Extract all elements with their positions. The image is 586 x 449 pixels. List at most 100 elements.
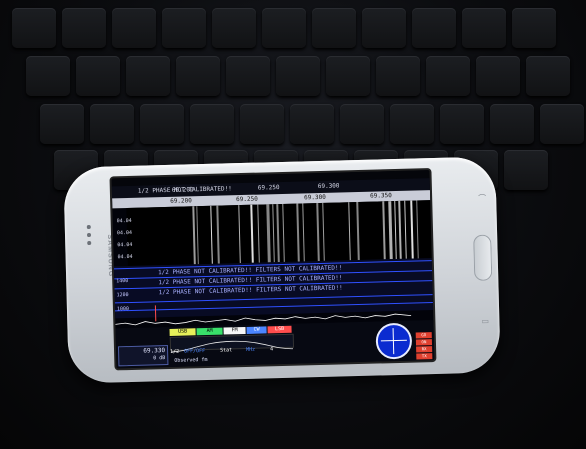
- frequency-display[interactable]: 69.330 0 dB: [117, 345, 169, 367]
- agc-control[interactable]: OFF/OFF: [184, 348, 205, 355]
- waterfall-signal: [272, 204, 275, 263]
- keyboard-key: [190, 104, 234, 144]
- top-frequency: 69.300: [317, 182, 340, 191]
- side-button-column: GO ON RX TX: [415, 332, 433, 360]
- keyboard-key: [426, 56, 470, 96]
- keyboard-key: [362, 8, 406, 48]
- waterfall-signal: [250, 204, 254, 263]
- keyboard-key: [504, 150, 548, 190]
- waterfall-signal: [238, 205, 241, 264]
- mode-button[interactable]: FM: [223, 326, 246, 335]
- step-control[interactable]: 4: [270, 346, 273, 352]
- waterfall-signal: [282, 203, 285, 262]
- speaker-dot: [86, 224, 91, 230]
- crosshair-vertical: [392, 328, 395, 355]
- waterfall-signal: [192, 206, 196, 265]
- keyboard-key: [112, 8, 156, 48]
- level-label: 1200: [116, 292, 129, 299]
- frequency-value: 69.330: [143, 347, 166, 355]
- keyboard-key: [12, 8, 56, 48]
- keyboard-key: [390, 104, 434, 144]
- home-button[interactable]: [473, 234, 493, 281]
- keyboard-key: [512, 8, 556, 48]
- keyboard-key: [540, 104, 584, 144]
- time-label: 04.04: [116, 217, 132, 225]
- keyboard-key: [40, 104, 84, 144]
- keyboard-key: [126, 56, 170, 96]
- keyboard-key: [290, 104, 334, 144]
- scale-tick: 69.250: [236, 195, 258, 204]
- keyboard-key: [162, 8, 206, 48]
- waterfall-signal: [388, 201, 393, 260]
- stat-control[interactable]: Stat: [220, 347, 232, 353]
- mode-button[interactable]: AM: [196, 327, 223, 336]
- keyboard-key: [312, 8, 356, 48]
- keyboard-key: [212, 8, 256, 48]
- waterfall-time-labels: 04.04 04.04 04.04 04.04: [112, 207, 154, 266]
- keyboard-key: [62, 8, 106, 48]
- scale-tick: 69.350: [370, 192, 392, 200]
- waterfall-signal: [404, 200, 407, 259]
- side-button[interactable]: TX: [416, 353, 433, 360]
- level-unit: 0 dB: [153, 355, 166, 362]
- speaker-dot: [87, 240, 92, 246]
- keyboard-key: [240, 104, 284, 144]
- ratio-control[interactable]: 1/2: [170, 349, 179, 355]
- waterfall-signal: [398, 200, 402, 259]
- waterfall-signal: [266, 204, 271, 263]
- waterfall-signal: [348, 202, 351, 261]
- waterfall-signal: [302, 203, 305, 262]
- unit-control[interactable]: MHz: [246, 347, 255, 353]
- back-icon[interactable]: ⌒: [478, 193, 486, 203]
- time-label: 04.04: [117, 241, 133, 249]
- waterfall-signal: [257, 204, 260, 263]
- photo: SAMSUNG ⌒ ▭ 1/2 PHASE NOT CALIBRATED!! 6…: [0, 0, 586, 449]
- phone: SAMSUNG ⌒ ▭ 1/2 PHASE NOT CALIBRATED!! 6…: [63, 156, 501, 384]
- sdr-app-screen: 1/2 PHASE NOT CALIBRATED!! 69.200 69.250…: [111, 170, 435, 369]
- mode-button[interactable]: CW: [246, 326, 267, 334]
- keyboard-key: [376, 56, 420, 96]
- waterfall-signal: [216, 205, 220, 264]
- waterfall-display[interactable]: [126, 200, 432, 267]
- keyboard-key: [476, 56, 520, 96]
- menu-icon[interactable]: ▭: [481, 317, 489, 326]
- side-button[interactable]: ON: [415, 339, 433, 346]
- waterfall-signal: [356, 201, 360, 261]
- keyboard-key: [26, 56, 70, 96]
- keyboard-key: [340, 104, 384, 144]
- mode-button[interactable]: USB: [169, 328, 196, 336]
- waterfall-signal: [196, 206, 199, 265]
- waterfall-signal: [416, 200, 419, 259]
- waterfall-signal: [382, 201, 386, 260]
- tuning-knob[interactable]: [375, 322, 413, 360]
- time-label: 04.04: [117, 253, 133, 261]
- keyboard-key: [526, 56, 570, 96]
- speaker-dot: [86, 232, 92, 238]
- level-label: 1400: [116, 278, 129, 285]
- waterfall-signal: [296, 203, 300, 262]
- control-row: 1/2 OFF/OFF Stat MHz 4: [170, 346, 290, 357]
- control-panel: USB AM FM CW LSB 69.330 0 dB 1/2 OFF/OFF…: [115, 320, 435, 369]
- side-button[interactable]: RX: [416, 346, 433, 353]
- keyboard-key: [490, 104, 534, 144]
- waterfall-signal: [276, 204, 280, 263]
- keyboard-key: [326, 56, 370, 96]
- keyboard-key: [412, 8, 456, 48]
- keyboard-key: [462, 8, 506, 48]
- keyboard-key: [262, 8, 306, 48]
- waterfall-signal: [322, 202, 325, 261]
- scale-tick: 69.300: [304, 193, 326, 202]
- keyboard-key: [76, 56, 120, 96]
- keyboard-key: [90, 104, 134, 144]
- waterfall-signal: [394, 201, 397, 260]
- keyboard-key: [276, 56, 320, 96]
- side-button[interactable]: GO: [415, 332, 432, 339]
- waterfall-signal: [410, 200, 414, 259]
- top-frequency: 69.200: [171, 186, 194, 194]
- keyboard-key: [440, 104, 484, 144]
- time-label: 04.04: [116, 229, 133, 237]
- status-message: Observed fm: [174, 356, 208, 364]
- mode-button[interactable]: LSB: [267, 325, 292, 334]
- waterfall-signal: [316, 203, 320, 262]
- keyboard-key: [140, 104, 184, 144]
